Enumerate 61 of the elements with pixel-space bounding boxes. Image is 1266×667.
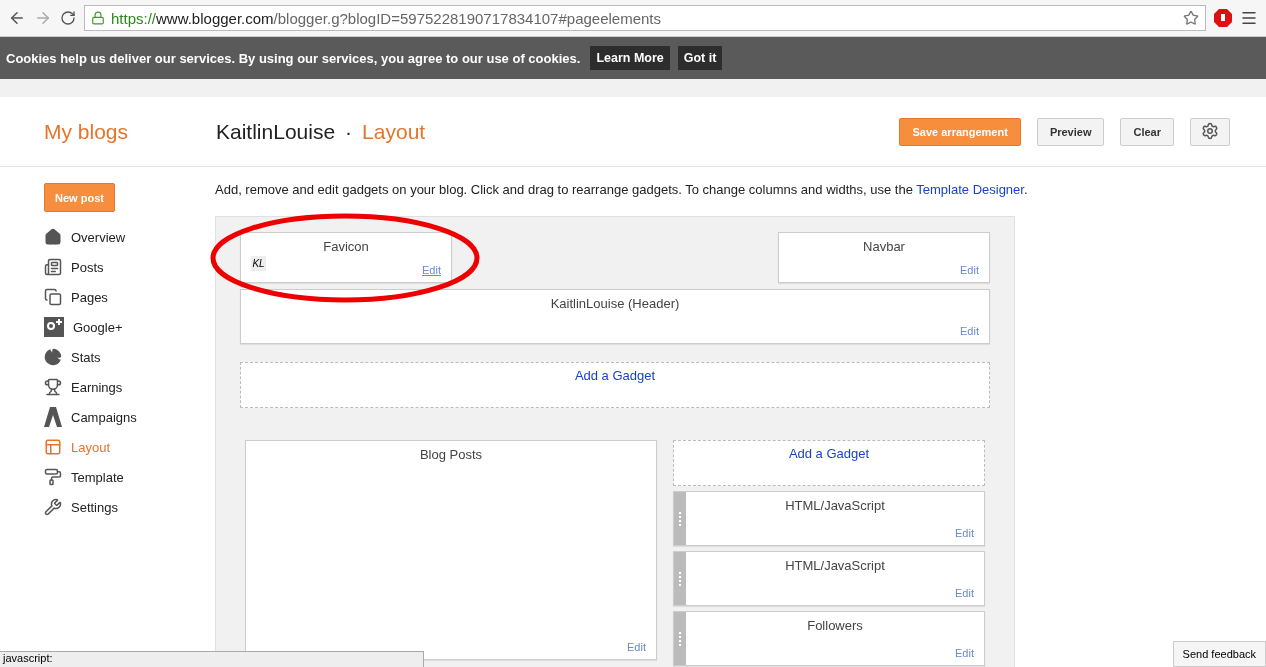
sidebar-item[interactable]: Stats — [44, 342, 215, 372]
gadget-title: Navbar — [863, 239, 905, 254]
reload-icon[interactable] — [60, 10, 76, 26]
gadget-title: HTML/JavaScript — [785, 498, 885, 513]
settings-button[interactable] — [1190, 117, 1230, 146]
address-field[interactable]: https://www.blogger.com/blogger.g?blogID=5975228190717834107#pageelements — [84, 5, 1206, 31]
home-icon — [44, 228, 62, 246]
status-bar: javascript: — [0, 651, 424, 667]
google-plus-icon — [44, 317, 64, 337]
layout-icon — [44, 438, 62, 456]
lock-icon — [91, 11, 105, 25]
sidebar-item[interactable]: Settings — [44, 492, 215, 522]
header-button[interactable]: Clear — [1120, 117, 1174, 146]
document-icon — [44, 258, 62, 276]
blog-name: KaitlinLouise — [216, 119, 336, 144]
campaigns-icon — [44, 407, 62, 427]
gadget-title: HTML/JavaScript — [785, 558, 885, 573]
cookie-button[interactable]: Learn More — [590, 46, 670, 70]
template-designer-link[interactable]: Template Designer — [916, 182, 1024, 197]
gadget-title: Followers — [807, 618, 863, 633]
sidebar-item[interactable]: Template — [44, 462, 215, 492]
cookie-message: Cookies help us deliver our services. By using our services, you agree to our use of cookies. — [6, 50, 581, 66]
pie-chart-icon — [44, 348, 62, 366]
star-icon[interactable] — [1183, 10, 1199, 26]
drag-handle[interactable] — [674, 492, 686, 545]
edit-link[interactable]: Edit — [955, 647, 974, 659]
cookie-button[interactable]: Got it — [677, 46, 723, 70]
intro-text: Add, remove and edit gadgets on your blog. Click and drag to rearrange gadgets. To change columns and widths, use the Template Designer. — [215, 182, 1028, 197]
gadget-title: Blog Posts — [419, 447, 483, 462]
header-button[interactable]: Preview — [1036, 117, 1105, 146]
url-text: https://www.blogger.com/blogger.g?blogID=5975228190717834107#pageelements — [111, 9, 662, 27]
settings-icon — [1201, 121, 1219, 140]
edit-link[interactable]: Edit — [422, 264, 441, 276]
edit-link[interactable]: Edit — [627, 641, 646, 653]
pages-icon — [44, 288, 62, 306]
sidebar-item[interactable]: Overview — [44, 222, 215, 252]
add-gadget-link[interactable]: Add a Gadget — [788, 446, 870, 485]
feedback-button[interactable]: Send feedback — [1172, 641, 1266, 667]
sidebar-item[interactable]: Pages — [44, 282, 215, 312]
sidebar-item[interactable]: Earnings — [44, 372, 215, 402]
gadget-title: KaitlinLouise (Header) — [550, 296, 680, 311]
add-gadget-link[interactable]: Add a Gadget — [574, 368, 656, 407]
drag-handle[interactable] — [674, 552, 686, 605]
wrench-icon — [44, 498, 62, 516]
trophy-icon — [44, 378, 62, 396]
stop-sign-icon[interactable] — [1214, 9, 1232, 27]
edit-link[interactable]: Edit — [960, 264, 979, 276]
drag-handle[interactable] — [674, 612, 686, 665]
edit-link[interactable]: Edit — [955, 527, 974, 539]
sidebar-item[interactable]: Posts — [44, 252, 215, 282]
sidebar-item[interactable]: Campaigns — [44, 402, 215, 432]
paint-roller-icon — [44, 468, 62, 486]
gadget-title: Favicon — [323, 239, 369, 254]
favicon-thumbnail: KL — [251, 256, 266, 271]
sidebar-item[interactable]: Google+ — [44, 312, 215, 342]
back-icon[interactable] — [8, 9, 26, 27]
menu-icon[interactable] — [1240, 9, 1258, 27]
edit-link[interactable]: Edit — [960, 325, 979, 337]
page-title: Layout — [362, 119, 426, 144]
edit-link[interactable]: Edit — [955, 587, 974, 599]
separator: · — [345, 119, 353, 144]
